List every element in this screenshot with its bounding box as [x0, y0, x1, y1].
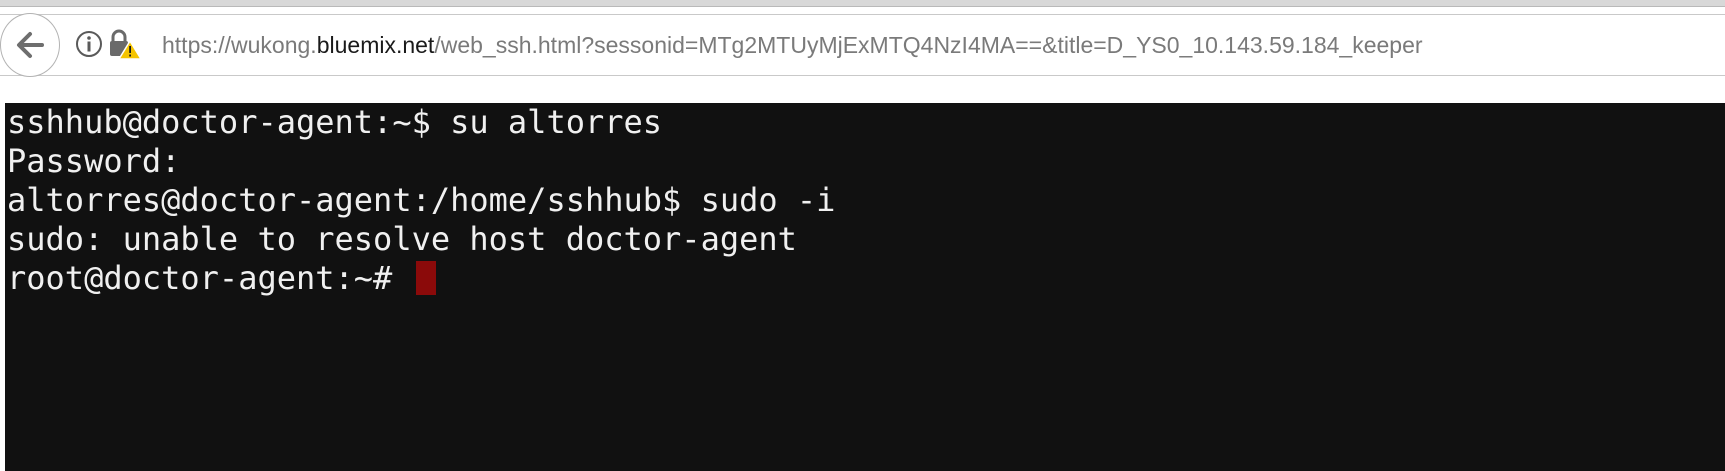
terminal-line: altorres@doctor-agent:/home/sshhub$ sudo…	[7, 181, 836, 219]
terminal-line: sudo: unable to resolve host doctor-agen…	[7, 220, 797, 258]
terminal-cursor	[415, 261, 436, 295]
window-top-edge	[0, 0, 1725, 7]
back-arrow-icon	[17, 32, 44, 58]
terminal-line: Password:	[7, 142, 181, 180]
info-icon[interactable]	[75, 30, 103, 58]
lock-warning-icon[interactable]	[108, 28, 142, 60]
terminal-prompt-line: root@doctor-agent:~#	[7, 259, 1725, 298]
terminal-prompt: root@doctor-agent:~#	[7, 259, 412, 297]
url-domain: bluemix.net	[316, 32, 435, 58]
terminal[interactable]: sshhub@doctor-agent:~$ su altorres Passw…	[5, 103, 1725, 471]
url-text[interactable]: https://wukong.bluemix.net/web_ssh.html?…	[162, 30, 1423, 60]
terminal-line: sshhub@doctor-agent:~$ su altorres	[7, 103, 663, 141]
url-prefix: https://wukong.	[162, 32, 317, 58]
back-button[interactable]	[0, 13, 60, 77]
url-path: /web_ssh.html?sessonid=MTg2MTUyMjExMTQ4N…	[434, 32, 1423, 58]
browser-toolbar: https://wukong.bluemix.net/web_ssh.html?…	[0, 0, 1725, 93]
